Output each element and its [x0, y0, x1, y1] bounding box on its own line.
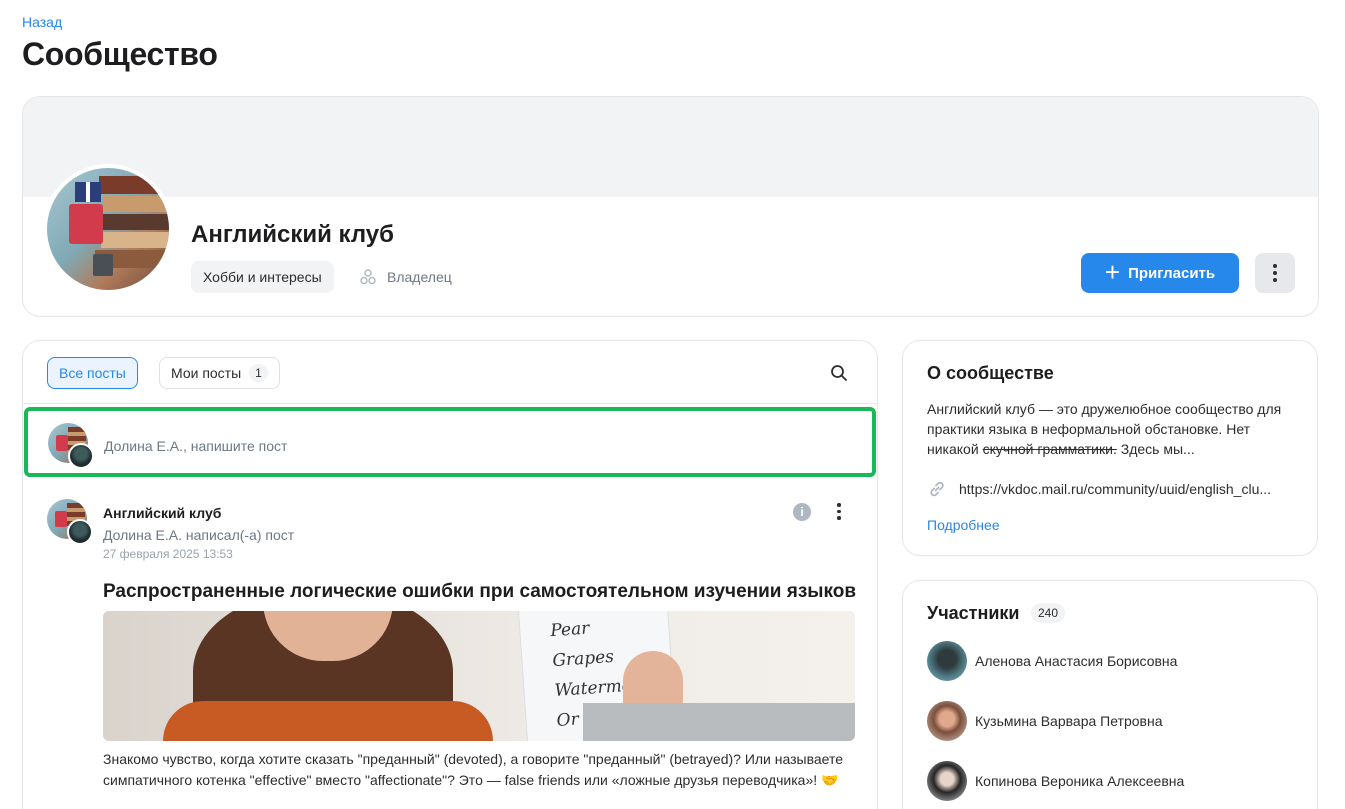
tab-all-posts-label: Все посты [59, 365, 126, 381]
more-vertical-icon [837, 503, 841, 523]
community-avatar [43, 164, 173, 294]
compose-placeholder: Долина Е.А., напишите пост [104, 438, 288, 454]
feed-card: Все посты Мои посты 1 Долина Е.А., напиш… [22, 340, 878, 809]
post-date: 27 февраля 2025 13:53 [103, 547, 233, 561]
about-text-part2: Здесь мы... [1116, 441, 1195, 457]
members-card: Участники 240 Аленова Анастасия Борисовн… [902, 580, 1318, 809]
tab-my-posts-label: Мои посты [171, 365, 242, 381]
paper-word: Grapes [551, 646, 615, 672]
plus-icon: + [1104, 256, 1121, 287]
members-title: Участники [927, 603, 1020, 623]
paper-word: Pear [549, 618, 591, 642]
compose-avatar [48, 423, 94, 469]
community-header-card: Английский клуб Хобби и интересы Владеле… [22, 96, 1319, 317]
my-posts-count-badge: 1 [249, 364, 268, 382]
back-link[interactable]: Назад [22, 14, 62, 30]
member-avatar [927, 761, 967, 801]
community-link[interactable]: https://vkdoc.mail.ru/community/uuid/eng… [927, 479, 1271, 499]
invite-label: Пригласить [1128, 264, 1216, 282]
post-title[interactable]: Распространенные логические ошибки при с… [103, 581, 856, 603]
link-icon [930, 481, 944, 497]
post-subtitle: Долина Е.А. написал(-а) пост [103, 527, 295, 543]
community-cover [23, 97, 1318, 197]
community-name: Английский клуб [191, 221, 394, 248]
post-more-button[interactable] [831, 503, 847, 523]
owner-role-label: Владелец [387, 269, 452, 285]
members-count-badge: 240 [1031, 603, 1066, 623]
category-chip[interactable]: Хобби и интересы [191, 261, 334, 293]
post-author[interactable]: Английский клуб [103, 505, 221, 521]
community-link-text[interactable]: https://vkdoc.mail.ru/community/uuid/eng… [959, 481, 1271, 497]
paper-word: Or [555, 709, 580, 731]
member-name: Кузьмина Варвара Петровна [975, 713, 1163, 729]
owner-icon [360, 269, 376, 285]
tab-my-posts[interactable]: Мои посты 1 [159, 357, 280, 389]
member-avatar [927, 701, 967, 741]
post-author-avatar[interactable] [47, 499, 93, 545]
about-more-link[interactable]: Подробнее [927, 517, 1000, 533]
about-card: О сообществе Английский клуб — это друже… [902, 340, 1318, 556]
post-image[interactable]: Pear Grapes Watermelo Or [103, 611, 855, 741]
about-text-strike: скучной грамматики. [982, 441, 1117, 457]
post-body: Знакомо чувство, когда хотите сказать "п… [103, 751, 844, 788]
about-title: О сообществе [927, 363, 1054, 383]
member-item[interactable]: Аленова Анастасия Борисовна [927, 641, 1177, 681]
feed-divider [23, 403, 877, 404]
compose-post-box[interactable]: Долина Е.А., напишите пост [24, 407, 876, 477]
member-name: Копинова Вероника Алексеевна [975, 773, 1185, 789]
community-more-button[interactable] [1255, 253, 1295, 293]
about-text: Английский клуб — это дружелюбное сообще… [927, 399, 1287, 459]
tab-all-posts[interactable]: Все посты [47, 357, 138, 389]
member-item[interactable]: Копинова Вероника Алексеевна [927, 761, 1184, 801]
member-name: Аленова Анастасия Борисовна [975, 653, 1178, 669]
invite-button[interactable]: + Пригласить [1081, 253, 1239, 293]
member-item[interactable]: Кузьмина Варвара Петровна [927, 701, 1162, 741]
info-icon[interactable]: i [793, 503, 811, 521]
more-vertical-icon [1273, 264, 1277, 282]
owner-role: Владелец [359, 261, 452, 293]
member-avatar [927, 641, 967, 681]
search-icon[interactable] [829, 363, 849, 383]
page-title: Сообщество [22, 36, 218, 72]
